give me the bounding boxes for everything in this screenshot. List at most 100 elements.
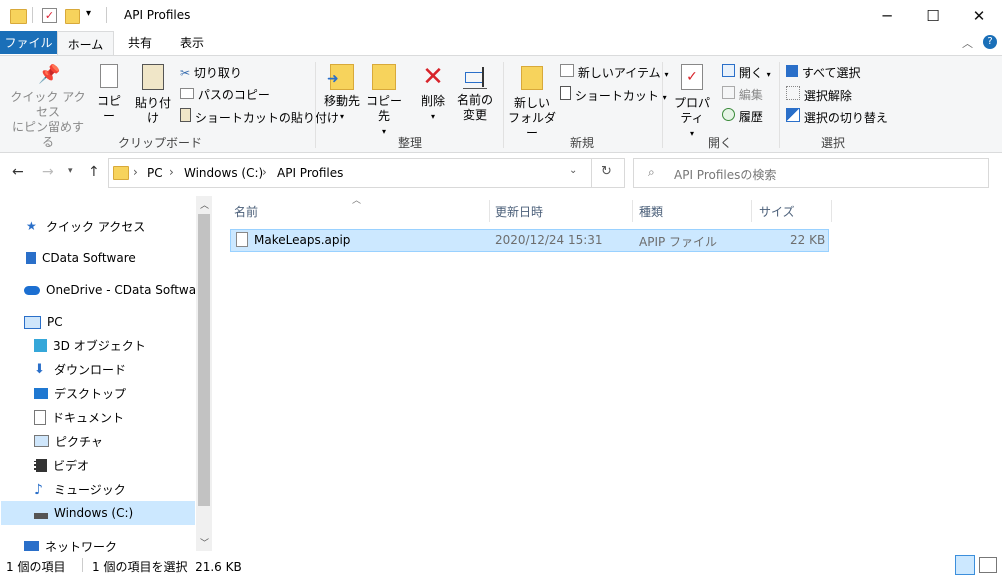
nav-scrollbar[interactable]: ︿ ﹀ bbox=[196, 196, 212, 551]
copy-path-icon bbox=[180, 88, 194, 99]
open-group-label: 開く bbox=[707, 136, 732, 150]
pin-label-2: にピン留めする bbox=[11, 120, 84, 149]
shortcut-button[interactable]: ショートカット ▾ bbox=[560, 86, 667, 104]
select-none-button[interactable]: 選択解除 bbox=[786, 86, 852, 104]
delete-x-icon: ✕ bbox=[422, 62, 444, 92]
move-to-icon: ➜ bbox=[327, 64, 354, 90]
nav-pictures[interactable]: ピクチャ bbox=[34, 430, 103, 452]
paste-button[interactable]: 貼り付け bbox=[130, 64, 176, 126]
status-selection: 1 個の項目を選択 21.6 KB bbox=[92, 560, 242, 574]
breadcrumb-api-profiles[interactable]: API Profiles bbox=[277, 166, 343, 180]
drive-icon bbox=[34, 513, 48, 519]
open-button[interactable]: 開く ▾ bbox=[722, 64, 771, 81]
nav-label: ネットワーク bbox=[45, 539, 118, 554]
copy-button[interactable]: コピー bbox=[92, 64, 126, 124]
maximize-button[interactable]: ☐ bbox=[910, 0, 956, 31]
pin-icon: 📌 bbox=[38, 64, 61, 85]
edit-button[interactable]: 編集 bbox=[722, 86, 763, 103]
new-folder-label-2: フォルダー bbox=[508, 111, 557, 140]
file-name[interactable]: MakeLeaps.apip bbox=[254, 233, 350, 247]
nav-onedrive[interactable]: OneDrive - CData Software bbox=[24, 279, 208, 301]
column-size[interactable]: サイズ bbox=[759, 200, 795, 222]
folder-icon bbox=[10, 9, 27, 24]
recent-locations-dropdown-icon[interactable]: ▾ bbox=[68, 166, 73, 176]
nav-downloads[interactable]: ⬇ ダウンロード bbox=[34, 358, 126, 380]
delete-dropdown-icon: ▾ bbox=[430, 112, 435, 121]
move-to-label: 移動先 bbox=[323, 94, 360, 108]
address-bar[interactable]: › PC › Windows (C:) › API Profiles ⌄ ↻ bbox=[108, 158, 625, 188]
properties-check-icon: ✓ bbox=[681, 64, 703, 90]
nav-videos[interactable]: ビデオ bbox=[34, 454, 89, 476]
divider bbox=[662, 62, 663, 148]
quick-access-dropdown-icon[interactable]: ▾ bbox=[86, 8, 91, 19]
nav-label: ドキュメント bbox=[52, 410, 125, 425]
divider bbox=[489, 200, 490, 222]
new-item-label: 新しいアイテム bbox=[577, 66, 661, 80]
cut-button[interactable]: ✂ 切り取り bbox=[180, 64, 242, 81]
pin-to-quick-access-button[interactable]: 📌 クイック アクセス にピン留めする bbox=[10, 64, 86, 150]
help-icon[interactable]: ? bbox=[983, 35, 997, 49]
title-bar: ✓ ▾ API Profiles ─ ☐ ✕ bbox=[0, 0, 1002, 31]
new-folder-button[interactable]: 新しい フォルダー bbox=[508, 66, 556, 141]
search-icon: ⌕ bbox=[648, 165, 655, 179]
nav-quick-access[interactable]: ★ クイック アクセス bbox=[26, 215, 145, 237]
tab-home[interactable]: ホーム bbox=[57, 31, 114, 56]
copy-path-button[interactable]: パスのコピー bbox=[180, 86, 270, 103]
close-button[interactable]: ✕ bbox=[956, 0, 1002, 31]
select-all-button[interactable]: すべて選択 bbox=[786, 64, 861, 81]
up-arrow-icon[interactable]: ↑ bbox=[88, 164, 100, 180]
collapse-ribbon-icon[interactable]: ︿ bbox=[962, 35, 973, 51]
open-icon bbox=[722, 64, 735, 77]
nav-pc[interactable]: PC bbox=[24, 311, 63, 333]
nav-label: ダウンロード bbox=[54, 362, 127, 377]
copy-to-label: コピー先 bbox=[365, 94, 402, 123]
tab-share[interactable]: 共有 bbox=[118, 31, 162, 54]
large-icons-view-icon[interactable] bbox=[979, 557, 997, 573]
scroll-up-icon[interactable]: ︿ bbox=[200, 198, 209, 211]
divider bbox=[106, 7, 107, 23]
invert-selection-label: 選択の切り替え bbox=[803, 111, 888, 125]
scrollbar-thumb[interactable] bbox=[198, 214, 210, 506]
select-none-label: 選択解除 bbox=[803, 89, 852, 103]
tab-file[interactable]: ファイル bbox=[0, 31, 57, 54]
address-dropdown-icon[interactable]: ⌄ bbox=[569, 165, 577, 176]
new-item-button[interactable]: 新しいアイテム ▾ bbox=[560, 64, 668, 81]
film-icon bbox=[34, 458, 47, 472]
move-to-button[interactable]: ➜ 移動先 ▾ bbox=[322, 64, 362, 124]
new-folder-icon[interactable] bbox=[65, 9, 80, 24]
folder-icon bbox=[113, 166, 129, 180]
nav-desktop[interactable]: デスクトップ bbox=[34, 382, 126, 404]
properties-button[interactable]: ✓ プロパティ ▾ bbox=[668, 64, 716, 141]
nav-3d-objects[interactable]: 3D オブジェクト bbox=[34, 334, 146, 356]
column-date[interactable]: 更新日時 bbox=[495, 200, 543, 222]
breadcrumb-separator-icon: › bbox=[169, 165, 174, 179]
rename-button[interactable]: 名前の 変更 bbox=[454, 64, 496, 123]
status-bar: 1 個の項目 1 個の項目を選択 21.6 KB bbox=[0, 554, 1002, 577]
building-icon bbox=[26, 252, 36, 264]
breadcrumb-windows-c[interactable]: Windows (C:) bbox=[184, 166, 263, 180]
breadcrumb-pc[interactable]: PC bbox=[147, 166, 163, 180]
search-placeholder: API Profilesの検索 bbox=[674, 168, 777, 182]
nav-documents[interactable]: ドキュメント bbox=[34, 406, 124, 428]
scroll-down-icon[interactable]: ﹀ bbox=[200, 536, 209, 549]
nav-music[interactable]: ♪ ミュージック bbox=[34, 478, 126, 500]
search-box[interactable]: ⌕ API Profilesの検索 bbox=[633, 158, 989, 188]
cloud-icon bbox=[24, 285, 40, 295]
divider bbox=[751, 200, 752, 222]
history-button[interactable]: 履歴 bbox=[722, 108, 763, 125]
tab-view[interactable]: 表示 bbox=[170, 31, 214, 54]
copy-label: コピー bbox=[96, 94, 121, 123]
forward-arrow-icon[interactable]: → bbox=[42, 164, 54, 180]
properties-check-icon[interactable]: ✓ bbox=[42, 8, 57, 23]
invert-selection-button[interactable]: 選択の切り替え bbox=[786, 108, 888, 126]
delete-button[interactable]: ✕ 削除 ▾ bbox=[416, 64, 450, 124]
back-arrow-icon[interactable]: ← bbox=[12, 164, 24, 180]
minimize-button[interactable]: ─ bbox=[864, 0, 910, 31]
column-name[interactable]: 名前 bbox=[234, 200, 258, 222]
column-type[interactable]: 種類 bbox=[639, 200, 663, 222]
nav-cdata[interactable]: CData Software bbox=[26, 247, 136, 269]
copy-to-button[interactable]: コピー先 ▾ bbox=[364, 64, 404, 139]
refresh-icon[interactable]: ↻ bbox=[601, 164, 612, 179]
nav-windows-c[interactable]: Windows (C:) bbox=[34, 502, 133, 524]
details-view-icon[interactable] bbox=[955, 555, 975, 575]
